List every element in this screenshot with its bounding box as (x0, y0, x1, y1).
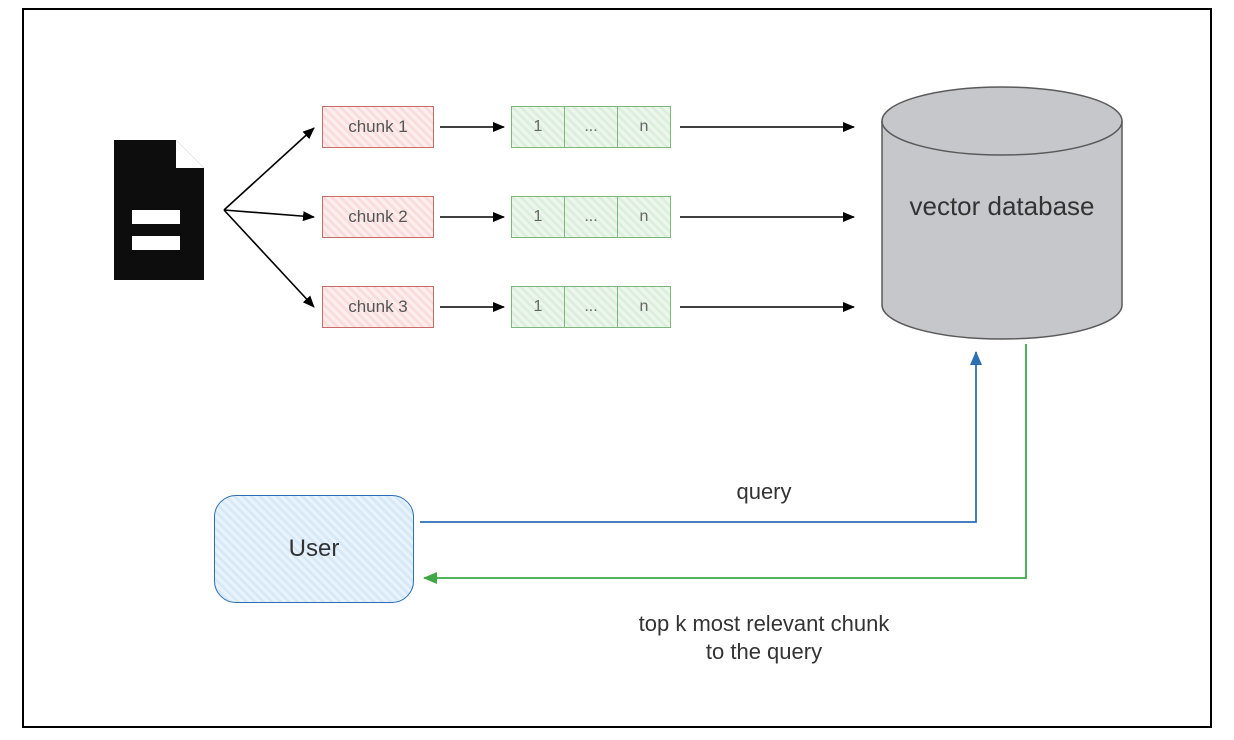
arrow-doc-to-chunk3 (224, 210, 314, 307)
arrow-doc-to-chunk2 (224, 210, 314, 217)
arrow-result (424, 344, 1026, 578)
arrow-query (420, 352, 976, 522)
arrows-overlay (24, 10, 1214, 730)
arrow-doc-to-chunk1 (224, 128, 314, 210)
diagram-frame: chunk 1 chunk 2 chunk 3 1 ... n 1 ... n … (22, 8, 1212, 728)
